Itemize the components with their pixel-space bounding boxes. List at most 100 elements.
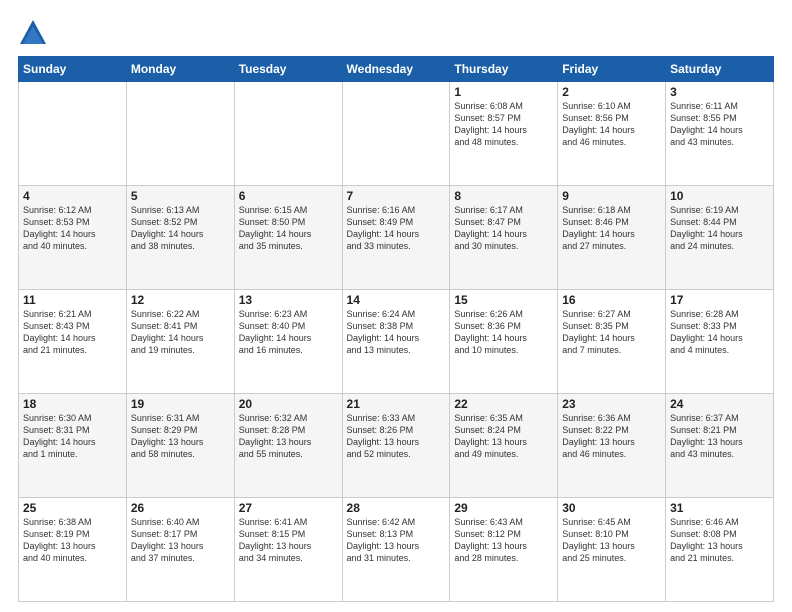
logo-icon bbox=[18, 18, 48, 48]
calendar-cell: 26Sunrise: 6:40 AM Sunset: 8:17 PM Dayli… bbox=[126, 498, 234, 602]
calendar-header-wednesday: Wednesday bbox=[342, 57, 450, 82]
day-number: 21 bbox=[347, 397, 446, 411]
calendar-week-2: 11Sunrise: 6:21 AM Sunset: 8:43 PM Dayli… bbox=[19, 290, 774, 394]
day-number: 12 bbox=[131, 293, 230, 307]
calendar-cell: 14Sunrise: 6:24 AM Sunset: 8:38 PM Dayli… bbox=[342, 290, 450, 394]
day-info: Sunrise: 6:19 AM Sunset: 8:44 PM Dayligh… bbox=[670, 204, 769, 253]
calendar-header-saturday: Saturday bbox=[666, 57, 774, 82]
day-info: Sunrise: 6:21 AM Sunset: 8:43 PM Dayligh… bbox=[23, 308, 122, 357]
day-info: Sunrise: 6:26 AM Sunset: 8:36 PM Dayligh… bbox=[454, 308, 553, 357]
day-number: 20 bbox=[239, 397, 338, 411]
calendar-cell: 20Sunrise: 6:32 AM Sunset: 8:28 PM Dayli… bbox=[234, 394, 342, 498]
calendar-header-monday: Monday bbox=[126, 57, 234, 82]
calendar-cell: 10Sunrise: 6:19 AM Sunset: 8:44 PM Dayli… bbox=[666, 186, 774, 290]
calendar-cell: 23Sunrise: 6:36 AM Sunset: 8:22 PM Dayli… bbox=[558, 394, 666, 498]
calendar-header-row: SundayMondayTuesdayWednesdayThursdayFrid… bbox=[19, 57, 774, 82]
day-number: 18 bbox=[23, 397, 122, 411]
day-info: Sunrise: 6:24 AM Sunset: 8:38 PM Dayligh… bbox=[347, 308, 446, 357]
day-info: Sunrise: 6:31 AM Sunset: 8:29 PM Dayligh… bbox=[131, 412, 230, 461]
day-number: 17 bbox=[670, 293, 769, 307]
day-number: 8 bbox=[454, 189, 553, 203]
day-info: Sunrise: 6:37 AM Sunset: 8:21 PM Dayligh… bbox=[670, 412, 769, 461]
calendar-cell: 7Sunrise: 6:16 AM Sunset: 8:49 PM Daylig… bbox=[342, 186, 450, 290]
calendar-week-4: 25Sunrise: 6:38 AM Sunset: 8:19 PM Dayli… bbox=[19, 498, 774, 602]
day-info: Sunrise: 6:30 AM Sunset: 8:31 PM Dayligh… bbox=[23, 412, 122, 461]
day-number: 4 bbox=[23, 189, 122, 203]
calendar-cell: 25Sunrise: 6:38 AM Sunset: 8:19 PM Dayli… bbox=[19, 498, 127, 602]
calendar-cell: 16Sunrise: 6:27 AM Sunset: 8:35 PM Dayli… bbox=[558, 290, 666, 394]
day-info: Sunrise: 6:41 AM Sunset: 8:15 PM Dayligh… bbox=[239, 516, 338, 565]
day-info: Sunrise: 6:43 AM Sunset: 8:12 PM Dayligh… bbox=[454, 516, 553, 565]
day-number: 9 bbox=[562, 189, 661, 203]
day-number: 2 bbox=[562, 85, 661, 99]
day-number: 13 bbox=[239, 293, 338, 307]
day-number: 24 bbox=[670, 397, 769, 411]
calendar-cell: 3Sunrise: 6:11 AM Sunset: 8:55 PM Daylig… bbox=[666, 82, 774, 186]
header bbox=[18, 18, 774, 48]
day-info: Sunrise: 6:23 AM Sunset: 8:40 PM Dayligh… bbox=[239, 308, 338, 357]
day-info: Sunrise: 6:40 AM Sunset: 8:17 PM Dayligh… bbox=[131, 516, 230, 565]
day-number: 1 bbox=[454, 85, 553, 99]
day-number: 28 bbox=[347, 501, 446, 515]
calendar-cell: 15Sunrise: 6:26 AM Sunset: 8:36 PM Dayli… bbox=[450, 290, 558, 394]
calendar-cell: 24Sunrise: 6:37 AM Sunset: 8:21 PM Dayli… bbox=[666, 394, 774, 498]
calendar-week-0: 1Sunrise: 6:08 AM Sunset: 8:57 PM Daylig… bbox=[19, 82, 774, 186]
calendar-cell: 4Sunrise: 6:12 AM Sunset: 8:53 PM Daylig… bbox=[19, 186, 127, 290]
calendar-cell: 2Sunrise: 6:10 AM Sunset: 8:56 PM Daylig… bbox=[558, 82, 666, 186]
calendar-table: SundayMondayTuesdayWednesdayThursdayFrid… bbox=[18, 56, 774, 602]
day-info: Sunrise: 6:13 AM Sunset: 8:52 PM Dayligh… bbox=[131, 204, 230, 253]
day-number: 3 bbox=[670, 85, 769, 99]
calendar-cell: 6Sunrise: 6:15 AM Sunset: 8:50 PM Daylig… bbox=[234, 186, 342, 290]
calendar-cell: 19Sunrise: 6:31 AM Sunset: 8:29 PM Dayli… bbox=[126, 394, 234, 498]
day-info: Sunrise: 6:33 AM Sunset: 8:26 PM Dayligh… bbox=[347, 412, 446, 461]
day-number: 30 bbox=[562, 501, 661, 515]
day-info: Sunrise: 6:42 AM Sunset: 8:13 PM Dayligh… bbox=[347, 516, 446, 565]
day-info: Sunrise: 6:36 AM Sunset: 8:22 PM Dayligh… bbox=[562, 412, 661, 461]
day-number: 22 bbox=[454, 397, 553, 411]
day-number: 5 bbox=[131, 189, 230, 203]
calendar-cell: 8Sunrise: 6:17 AM Sunset: 8:47 PM Daylig… bbox=[450, 186, 558, 290]
day-number: 10 bbox=[670, 189, 769, 203]
logo bbox=[18, 18, 52, 48]
day-info: Sunrise: 6:15 AM Sunset: 8:50 PM Dayligh… bbox=[239, 204, 338, 253]
day-number: 29 bbox=[454, 501, 553, 515]
day-info: Sunrise: 6:28 AM Sunset: 8:33 PM Dayligh… bbox=[670, 308, 769, 357]
calendar-cell: 11Sunrise: 6:21 AM Sunset: 8:43 PM Dayli… bbox=[19, 290, 127, 394]
day-number: 14 bbox=[347, 293, 446, 307]
page: SundayMondayTuesdayWednesdayThursdayFrid… bbox=[0, 0, 792, 612]
calendar-cell: 21Sunrise: 6:33 AM Sunset: 8:26 PM Dayli… bbox=[342, 394, 450, 498]
day-info: Sunrise: 6:11 AM Sunset: 8:55 PM Dayligh… bbox=[670, 100, 769, 149]
day-number: 7 bbox=[347, 189, 446, 203]
day-number: 11 bbox=[23, 293, 122, 307]
calendar-cell: 30Sunrise: 6:45 AM Sunset: 8:10 PM Dayli… bbox=[558, 498, 666, 602]
calendar-cell bbox=[126, 82, 234, 186]
day-info: Sunrise: 6:35 AM Sunset: 8:24 PM Dayligh… bbox=[454, 412, 553, 461]
calendar-header-sunday: Sunday bbox=[19, 57, 127, 82]
day-info: Sunrise: 6:10 AM Sunset: 8:56 PM Dayligh… bbox=[562, 100, 661, 149]
calendar-cell: 12Sunrise: 6:22 AM Sunset: 8:41 PM Dayli… bbox=[126, 290, 234, 394]
calendar-cell bbox=[234, 82, 342, 186]
day-info: Sunrise: 6:12 AM Sunset: 8:53 PM Dayligh… bbox=[23, 204, 122, 253]
day-info: Sunrise: 6:45 AM Sunset: 8:10 PM Dayligh… bbox=[562, 516, 661, 565]
day-info: Sunrise: 6:46 AM Sunset: 8:08 PM Dayligh… bbox=[670, 516, 769, 565]
day-info: Sunrise: 6:32 AM Sunset: 8:28 PM Dayligh… bbox=[239, 412, 338, 461]
calendar-cell: 28Sunrise: 6:42 AM Sunset: 8:13 PM Dayli… bbox=[342, 498, 450, 602]
day-info: Sunrise: 6:22 AM Sunset: 8:41 PM Dayligh… bbox=[131, 308, 230, 357]
day-number: 27 bbox=[239, 501, 338, 515]
calendar-header-friday: Friday bbox=[558, 57, 666, 82]
day-number: 19 bbox=[131, 397, 230, 411]
calendar-week-1: 4Sunrise: 6:12 AM Sunset: 8:53 PM Daylig… bbox=[19, 186, 774, 290]
calendar-header-thursday: Thursday bbox=[450, 57, 558, 82]
day-number: 25 bbox=[23, 501, 122, 515]
calendar-cell: 27Sunrise: 6:41 AM Sunset: 8:15 PM Dayli… bbox=[234, 498, 342, 602]
day-info: Sunrise: 6:38 AM Sunset: 8:19 PM Dayligh… bbox=[23, 516, 122, 565]
calendar-cell: 5Sunrise: 6:13 AM Sunset: 8:52 PM Daylig… bbox=[126, 186, 234, 290]
day-info: Sunrise: 6:27 AM Sunset: 8:35 PM Dayligh… bbox=[562, 308, 661, 357]
calendar-cell: 31Sunrise: 6:46 AM Sunset: 8:08 PM Dayli… bbox=[666, 498, 774, 602]
day-info: Sunrise: 6:16 AM Sunset: 8:49 PM Dayligh… bbox=[347, 204, 446, 253]
calendar-cell: 29Sunrise: 6:43 AM Sunset: 8:12 PM Dayli… bbox=[450, 498, 558, 602]
calendar-cell bbox=[19, 82, 127, 186]
calendar-cell: 22Sunrise: 6:35 AM Sunset: 8:24 PM Dayli… bbox=[450, 394, 558, 498]
calendar-cell: 13Sunrise: 6:23 AM Sunset: 8:40 PM Dayli… bbox=[234, 290, 342, 394]
calendar-header-tuesday: Tuesday bbox=[234, 57, 342, 82]
